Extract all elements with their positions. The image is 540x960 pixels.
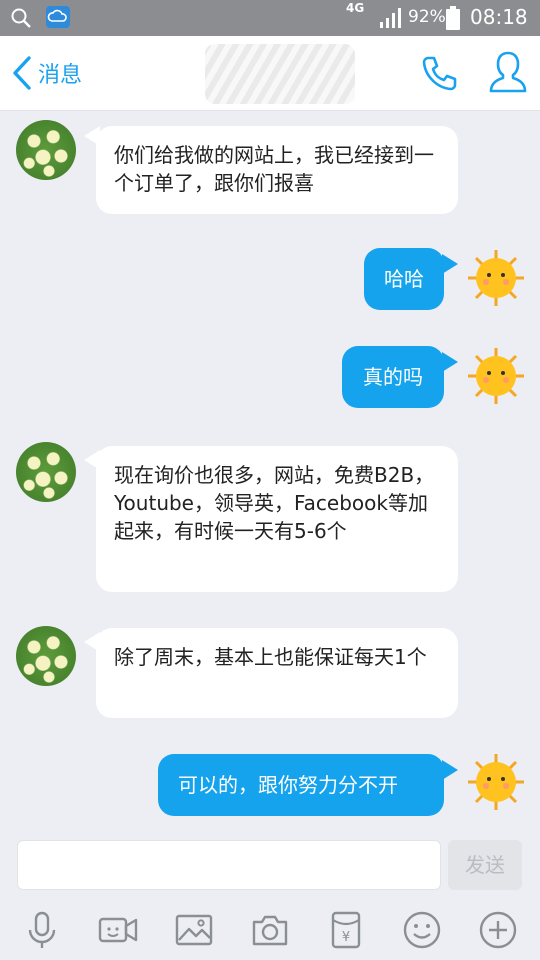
network-indicator: 4G	[346, 1, 365, 15]
sun-avatar-icon[interactable]	[466, 248, 526, 308]
contact-avatar[interactable]	[16, 442, 76, 502]
sun-avatar-icon[interactable]	[466, 346, 526, 406]
clock: 08:18	[470, 5, 528, 29]
chevron-left-icon	[13, 56, 31, 90]
cloud-app-icon	[46, 6, 70, 28]
message-input[interactable]	[17, 840, 441, 890]
message-bubble[interactable]: 除了周末，基本上也能保证每天1个	[96, 628, 458, 718]
message-bubble[interactable]: 真的吗	[342, 346, 444, 408]
search-icon	[11, 8, 31, 28]
composer: 发送	[0, 828, 540, 900]
camera-icon[interactable]	[250, 910, 290, 950]
signal-icon	[380, 8, 401, 28]
bubble-tail	[442, 254, 458, 274]
send-button[interactable]: 发送	[448, 840, 522, 890]
microphone-icon[interactable]	[22, 910, 62, 950]
contact-avatar[interactable]	[16, 120, 76, 180]
input-toolbar: ¥	[0, 900, 540, 960]
back-button[interactable]: 消息	[10, 54, 82, 92]
phone-icon[interactable]	[420, 54, 458, 92]
battery-percent: 92%	[408, 7, 446, 27]
message-bubble[interactable]: 可以的，跟你努力分不开	[158, 754, 444, 816]
emoji-icon[interactable]	[402, 910, 442, 950]
svg-text:¥: ¥	[342, 930, 350, 945]
back-label: 消息	[38, 63, 83, 88]
video-icon[interactable]	[98, 910, 138, 950]
plus-icon[interactable]	[478, 910, 518, 950]
red-packet-icon[interactable]: ¥	[326, 910, 366, 950]
message-bubble[interactable]: 哈哈	[364, 248, 444, 310]
profile-icon[interactable]	[488, 50, 528, 94]
bubble-tail	[442, 760, 458, 780]
message-bubble[interactable]: 你们给我做的网站上，我已经接到一个订单了，跟你们报喜	[96, 126, 458, 214]
sun-avatar-icon[interactable]	[466, 752, 526, 812]
image-icon[interactable]	[174, 910, 214, 950]
battery-icon	[446, 6, 460, 30]
message-bubble[interactable]: 现在询价也很多，网站，免费B2B，Youtube，领导英，Facebook等加起…	[96, 446, 458, 592]
bubble-tail	[442, 352, 458, 372]
contact-avatar[interactable]	[16, 626, 76, 686]
status-bar: 4G 92% 08:18	[0, 0, 540, 36]
redacted-contact-name	[205, 44, 355, 104]
chat-header: 消息	[0, 36, 540, 111]
